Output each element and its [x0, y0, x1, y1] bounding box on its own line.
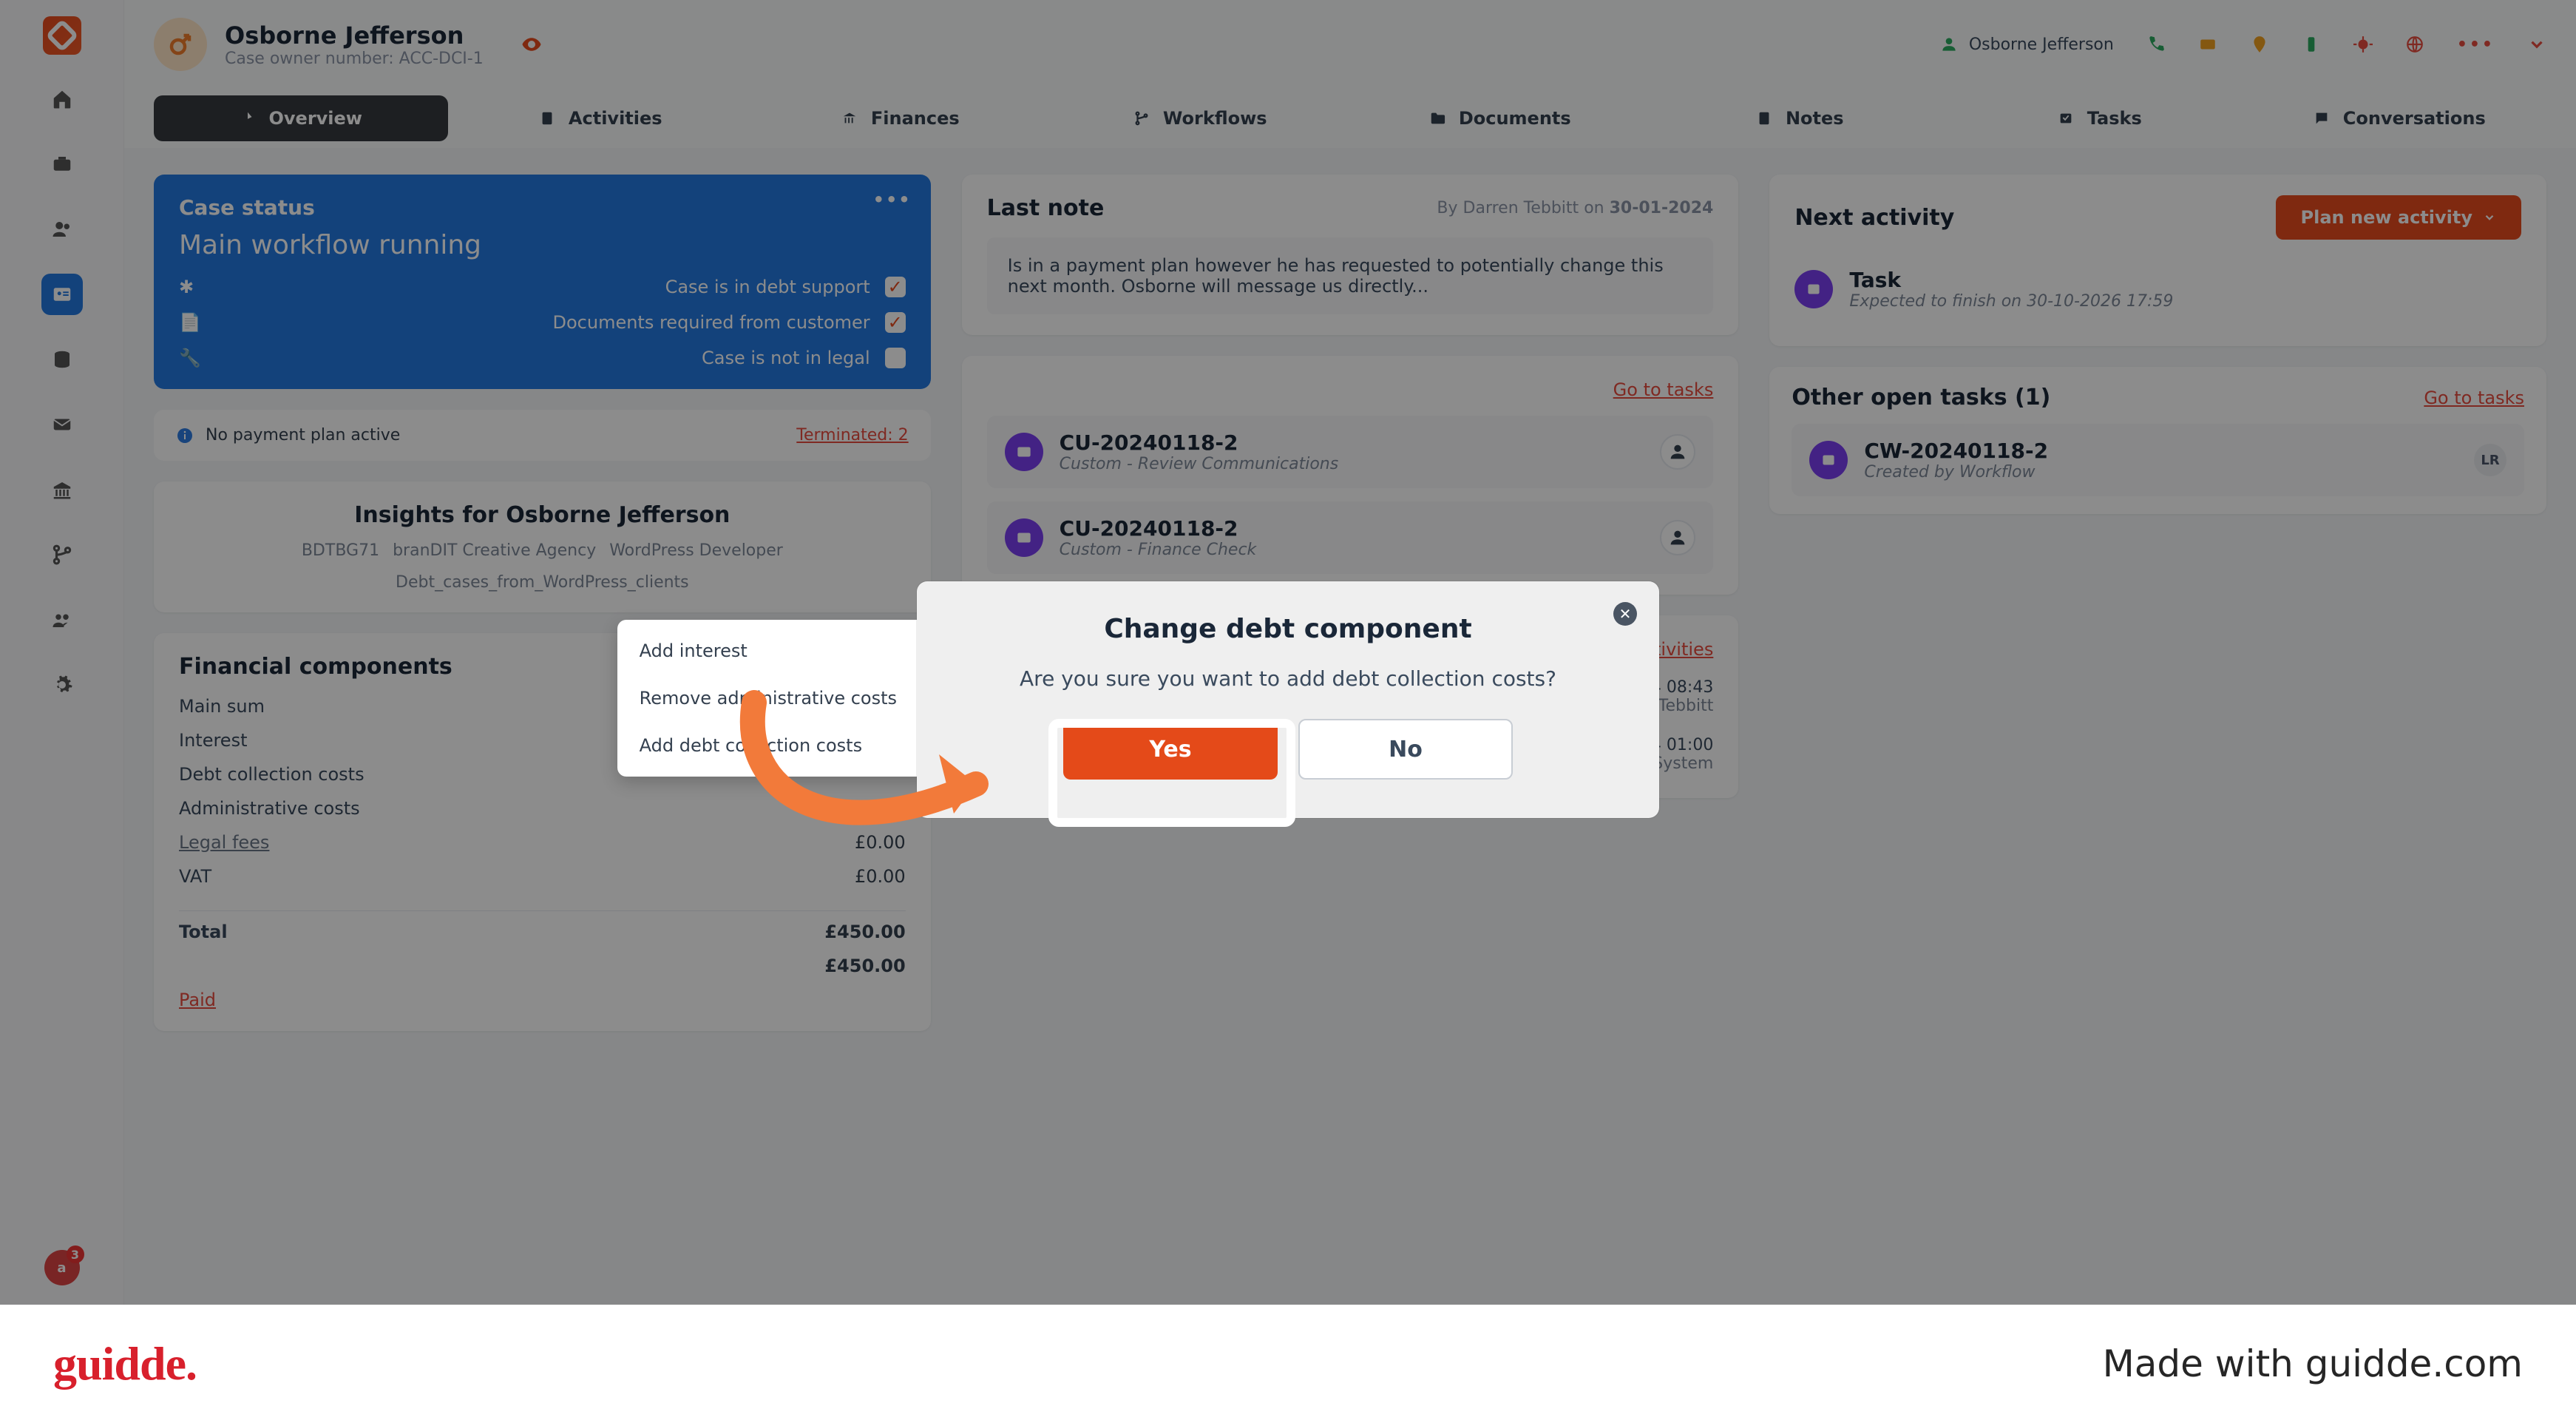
made-with: Made with guidde.com	[2103, 1342, 2523, 1385]
footer: guidde. Made with guidde.com	[0, 1305, 2576, 1423]
close-icon[interactable]: ✕	[1613, 602, 1637, 626]
financial-dropdown: Add interest Remove administrative costs…	[617, 620, 935, 777]
change-debt-modal: ✕ Change debt component Are you sure you…	[917, 581, 1659, 818]
modal-message: Are you sure you want to add debt collec…	[958, 666, 1618, 691]
no-button[interactable]: No	[1298, 719, 1513, 780]
yes-button[interactable]: Yes	[1063, 719, 1278, 780]
menu-remove-admin[interactable]: Remove administrative costs	[617, 675, 935, 722]
menu-add-interest[interactable]: Add interest	[617, 627, 935, 675]
guidde-logo: guidde.	[53, 1336, 197, 1391]
modal-title: Change debt component	[958, 614, 1618, 644]
menu-add-debt[interactable]: Add debt collection costs	[617, 722, 935, 769]
